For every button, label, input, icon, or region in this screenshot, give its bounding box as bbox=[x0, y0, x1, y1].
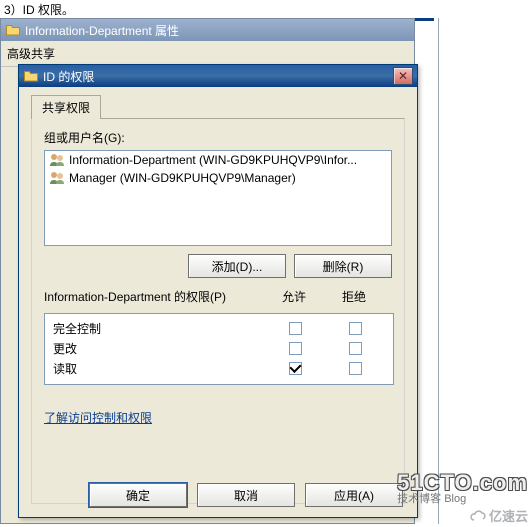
list-item[interactable]: Information-Department (WIN-GD9KPUHQVP9\… bbox=[45, 151, 391, 169]
folder-icon bbox=[23, 68, 39, 84]
users-group-icon bbox=[49, 170, 65, 186]
permissions-for-label: Information-Department 的权限(P) bbox=[44, 288, 264, 305]
parent-titlebar: Information-Department 属性 bbox=[1, 19, 414, 41]
parent-window-title: Information-Department 属性 bbox=[25, 22, 410, 39]
folder-icon bbox=[5, 22, 21, 38]
column-deny: 拒绝 bbox=[324, 288, 384, 305]
tab-share-permissions[interactable]: 共享权限 bbox=[31, 95, 101, 119]
table-row: 完全控制 bbox=[53, 318, 385, 338]
dialog-title: ID 的权限 bbox=[43, 68, 393, 85]
close-icon[interactable]: ✕ bbox=[393, 67, 413, 85]
add-button[interactable]: 添加(D)... bbox=[188, 254, 286, 278]
permissions-table: 完全控制 更改 读取 bbox=[44, 313, 394, 385]
column-allow: 允许 bbox=[264, 288, 324, 305]
remove-button[interactable]: 删除(R) bbox=[294, 254, 392, 278]
apply-button[interactable]: 应用(A) bbox=[305, 483, 403, 507]
list-item-label: Information-Department (WIN-GD9KPUHQVP9\… bbox=[69, 153, 357, 167]
cloud-icon bbox=[469, 509, 487, 523]
groups-users-label: 组或用户名(G): bbox=[44, 129, 392, 146]
perm-name: 读取 bbox=[53, 360, 265, 377]
cancel-button[interactable]: 取消 bbox=[197, 483, 295, 507]
allow-checkbox[interactable] bbox=[289, 322, 302, 335]
decorative-bar bbox=[414, 18, 434, 21]
list-item-label: Manager (WIN-GD9KPUHQVP9\Manager) bbox=[69, 171, 296, 185]
share-permissions-panel: 组或用户名(G): Information-Department (WIN-GD… bbox=[31, 118, 405, 504]
deny-checkbox[interactable] bbox=[349, 342, 362, 355]
dialog-titlebar[interactable]: ID 的权限 ✕ bbox=[19, 65, 417, 87]
perm-name: 完全控制 bbox=[53, 320, 265, 337]
permissions-dialog: ID 的权限 ✕ 共享权限 组或用户名(G): Information-Depa… bbox=[18, 64, 418, 518]
ok-button[interactable]: 确定 bbox=[89, 483, 187, 507]
deny-checkbox[interactable] bbox=[349, 322, 362, 335]
deny-checkbox[interactable] bbox=[349, 362, 362, 375]
watermark-yisu: 亿速云 bbox=[469, 506, 528, 525]
allow-checkbox[interactable] bbox=[289, 342, 302, 355]
learn-acl-link[interactable]: 了解访问控制和权限 bbox=[44, 409, 152, 426]
list-item[interactable]: Manager (WIN-GD9KPUHQVP9\Manager) bbox=[45, 169, 391, 187]
watermark-51cto: 51CTO.com 技术博客 Blog bbox=[397, 472, 528, 505]
allow-checkbox[interactable] bbox=[289, 362, 302, 375]
decorative-line bbox=[438, 18, 439, 524]
table-row: 更改 bbox=[53, 338, 385, 358]
perm-name: 更改 bbox=[53, 340, 265, 357]
users-listbox[interactable]: Information-Department (WIN-GD9KPUHQVP9\… bbox=[44, 150, 392, 246]
users-group-icon bbox=[49, 152, 65, 168]
table-row: 读取 bbox=[53, 358, 385, 378]
